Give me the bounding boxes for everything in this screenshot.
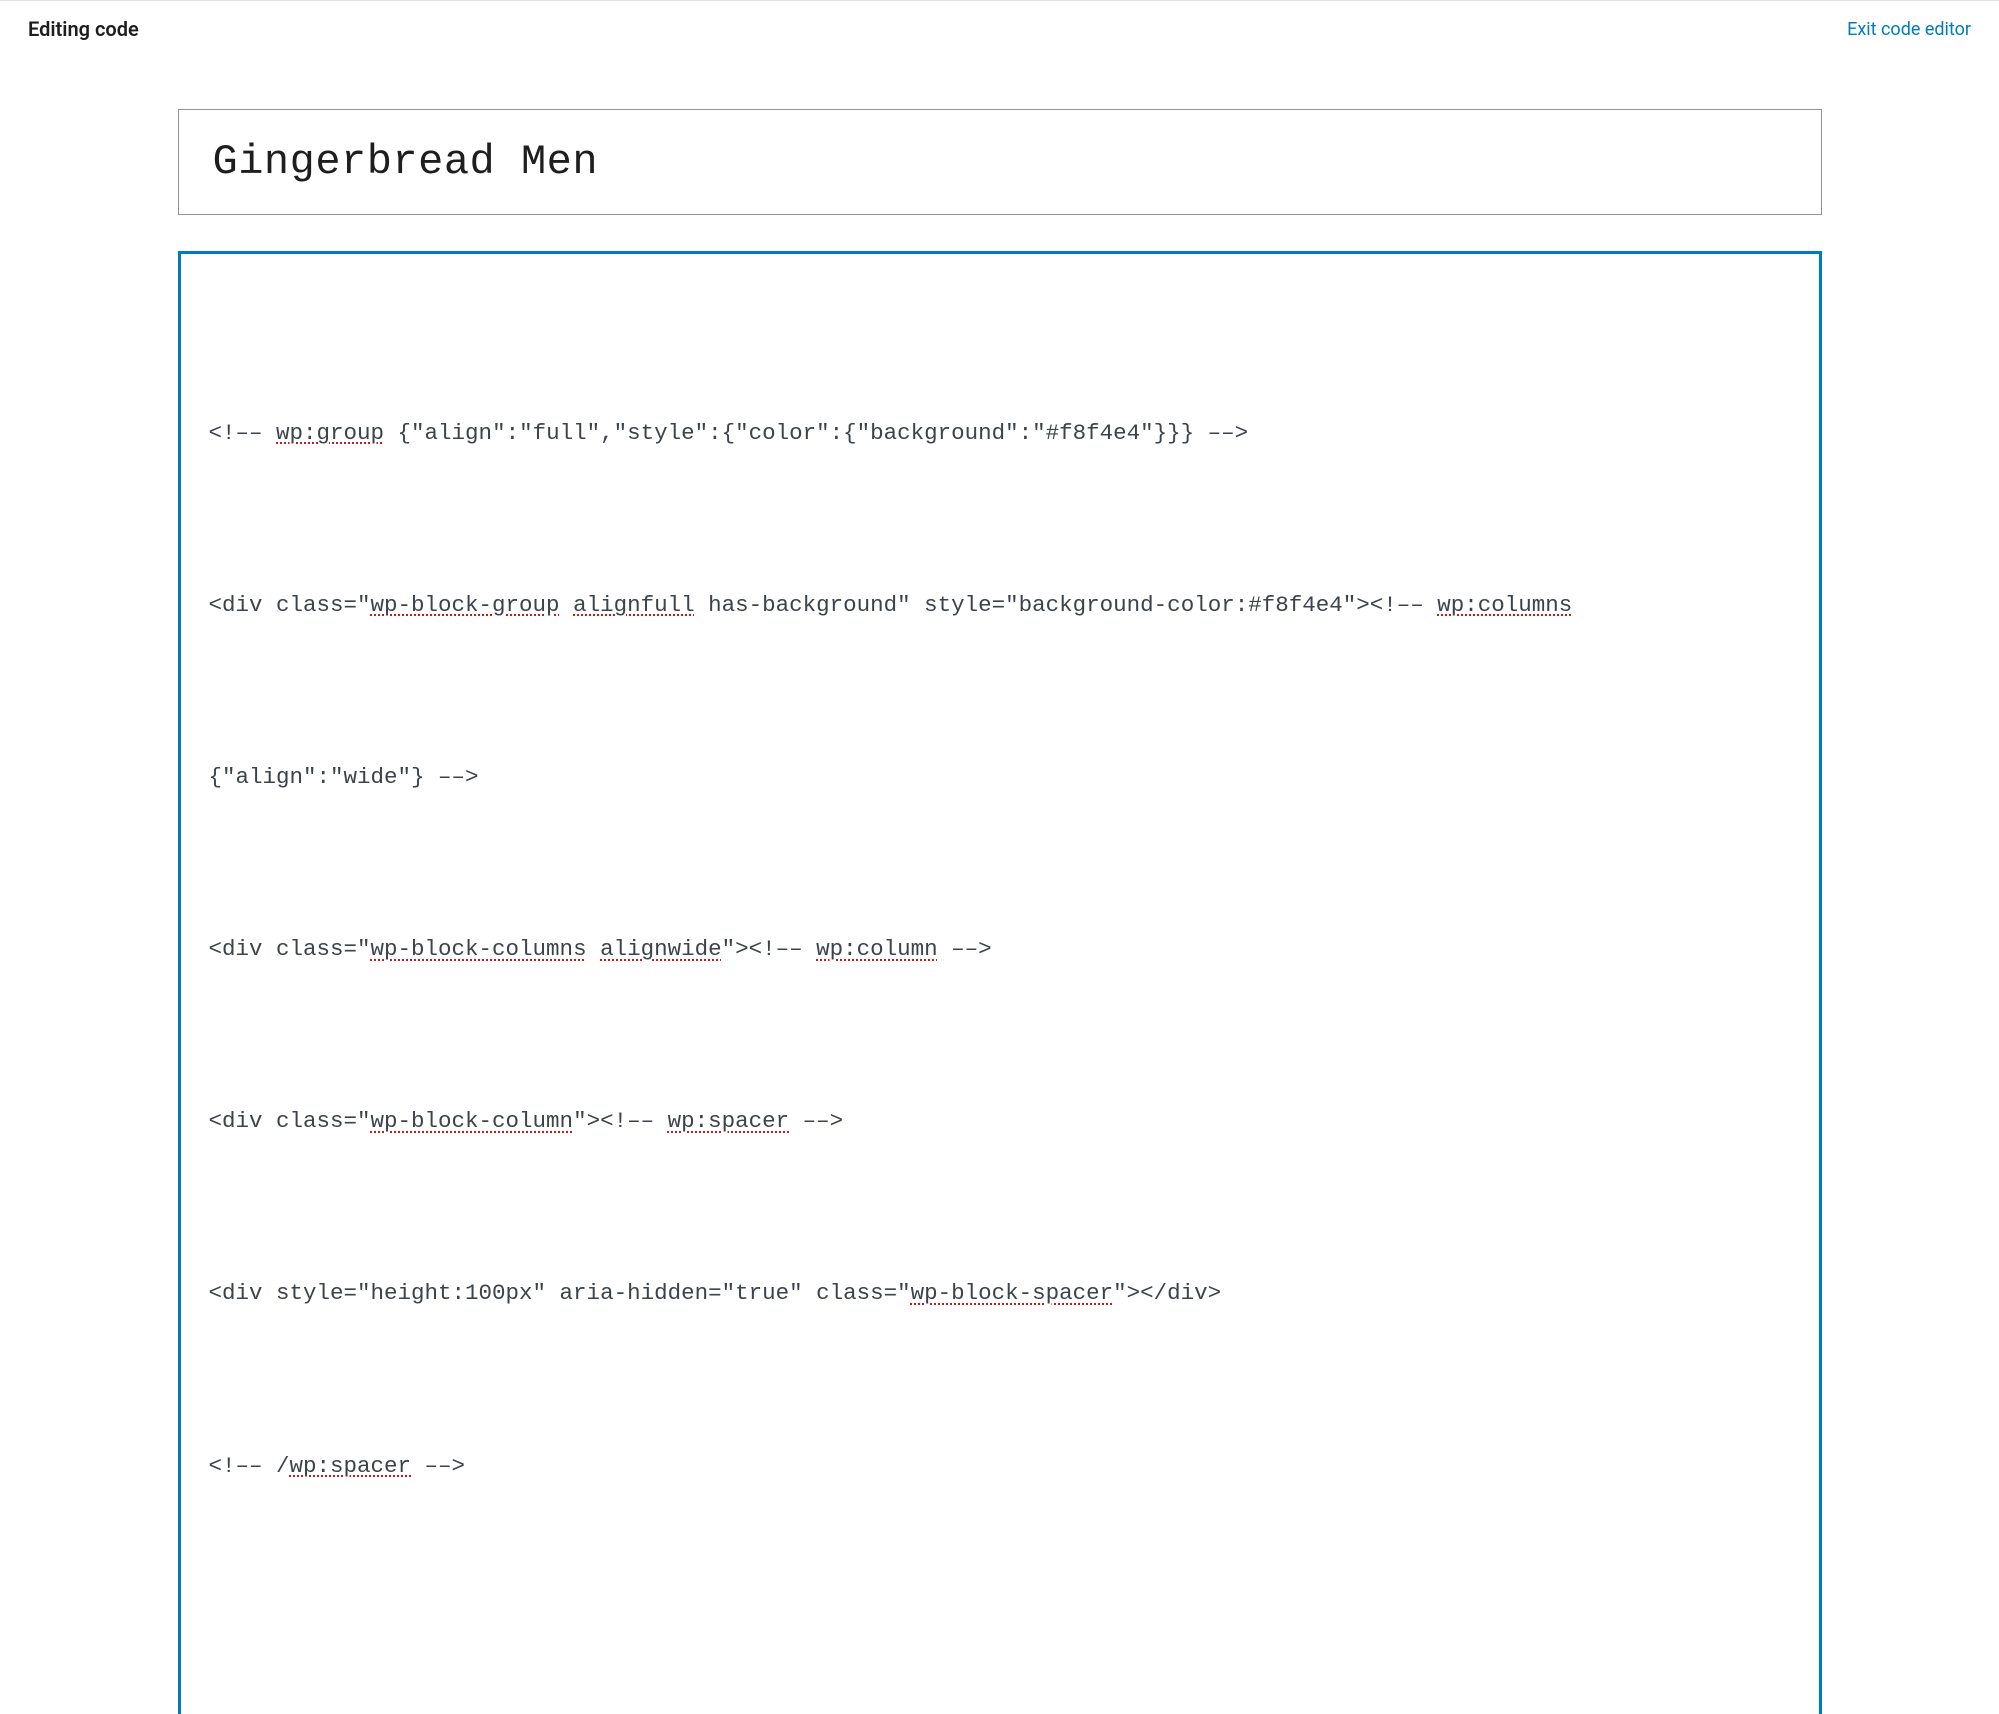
code-line: <div style="height:100px" aria-hidden="t… <box>209 1265 1791 1322</box>
code-line: {"align":"wide"} ––> <box>209 749 1791 806</box>
exit-code-editor-link[interactable]: Exit code editor <box>1847 19 1971 40</box>
code-line: <div class="wp-block-column"><!–– wp:spa… <box>209 1093 1791 1150</box>
editor-header: Editing code Exit code editor <box>0 1 1999 65</box>
editor-area: <!–– wp:group {"align":"full","style":{"… <box>150 109 1850 1714</box>
post-title-input[interactable] <box>178 109 1822 215</box>
code-line: <div class="wp-block-group alignfull has… <box>209 577 1791 634</box>
post-content-code-textarea[interactable]: <!–– wp:group {"align":"full","style":{"… <box>178 251 1822 1714</box>
code-line <box>209 1610 1791 1667</box>
code-line: <div class="wp-block-columns alignwide">… <box>209 921 1791 978</box>
editor-mode-title: Editing code <box>28 17 139 41</box>
code-line: <!–– wp:group {"align":"full","style":{"… <box>209 405 1791 462</box>
code-line: <!–– /wp:spacer ––> <box>209 1438 1791 1495</box>
